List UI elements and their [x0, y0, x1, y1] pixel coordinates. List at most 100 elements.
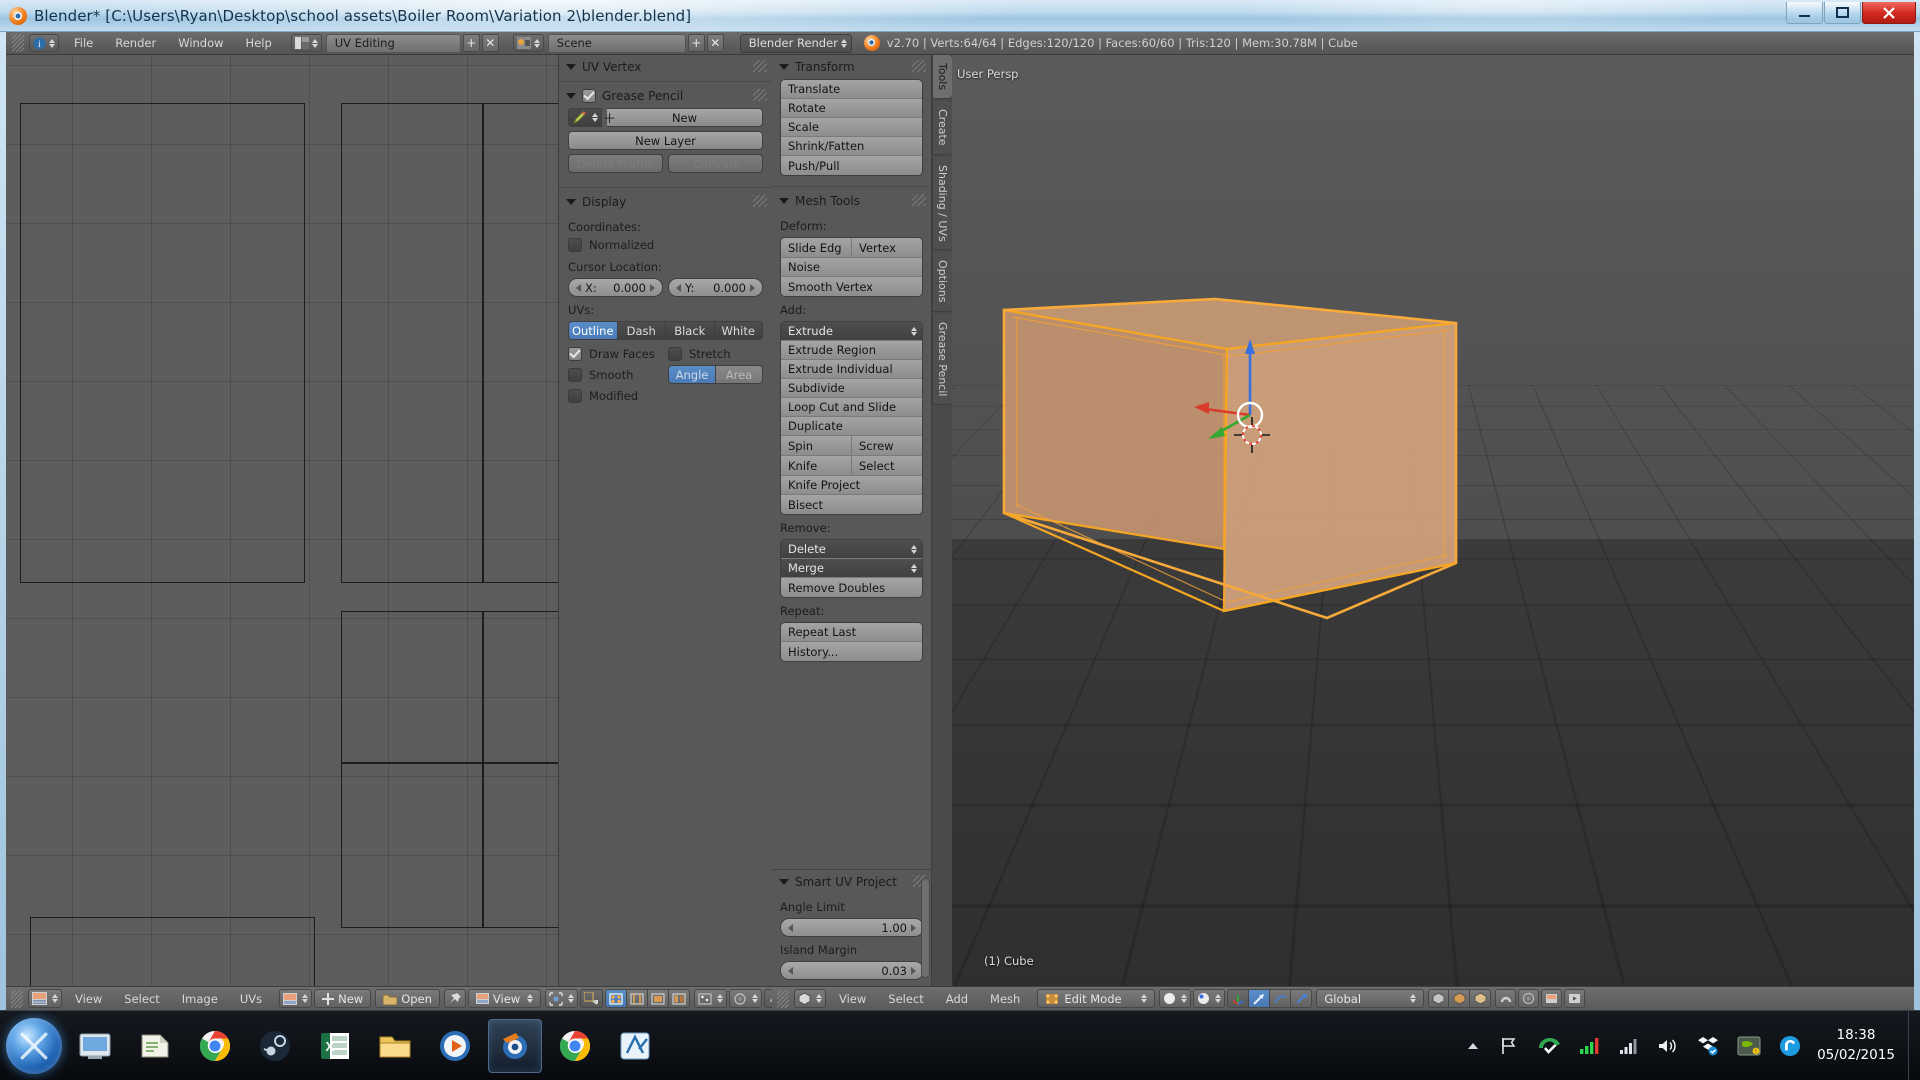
taskbar-app-blender[interactable]: [488, 1018, 542, 1073]
view3d-menu-add[interactable]: Add: [935, 989, 979, 1009]
transform-manipulator[interactable]: [1170, 323, 1370, 483]
smooth-row[interactable]: Smooth: [568, 367, 663, 382]
close-button[interactable]: [1862, 2, 1916, 24]
delete-scene-button[interactable]: ✕: [706, 34, 724, 52]
taskbar-app-windows-explorer[interactable]: [68, 1019, 122, 1073]
island-margin-field[interactable]: 0.03: [780, 961, 924, 980]
render-icon[interactable]: [1541, 989, 1563, 1008]
show-desktop-button[interactable]: [1908, 1011, 1920, 1080]
new-layer-button[interactable]: New Layer: [568, 131, 763, 150]
screw-button[interactable]: Screw: [852, 436, 922, 455]
viewport-shading-select[interactable]: [1159, 989, 1192, 1008]
normalized-checkbox[interactable]: [568, 238, 582, 252]
stretch-area-button[interactable]: Area: [716, 365, 763, 384]
stretch-angle-button[interactable]: Angle: [668, 365, 716, 384]
tab-grease-pencil[interactable]: Grease Pencil: [932, 313, 952, 406]
menu-window[interactable]: Window: [167, 33, 234, 53]
signal-bars-icon[interactable]: [1619, 1037, 1639, 1055]
maximize-button[interactable]: [1824, 2, 1861, 24]
xray-icon[interactable]: [1470, 989, 1492, 1008]
uv-sync-selection-icon[interactable]: [580, 989, 604, 1008]
screen-layout-icon-button[interactable]: [290, 34, 322, 52]
sticky-selection-icon[interactable]: [694, 989, 728, 1008]
uv-draw-outline-button[interactable]: Outline: [568, 321, 618, 340]
taskbar-app-file-explorer[interactable]: [368, 1019, 422, 1073]
render-animation-icon[interactable]: [1564, 989, 1586, 1008]
dropbox-icon[interactable]: [1697, 1036, 1719, 1056]
proportional-edit-icon[interactable]: [729, 989, 763, 1008]
grease-pencil-new-button[interactable]: ＋ New: [603, 108, 763, 127]
subdivide-button[interactable]: Subdivide: [781, 379, 922, 398]
uv-menu-view[interactable]: View: [64, 989, 113, 1009]
operator-panel-scrollbar[interactable]: [921, 878, 930, 978]
angle-limit-field[interactable]: 1.00: [780, 918, 924, 937]
uv-view-menu-button[interactable]: View: [467, 989, 542, 1008]
image-datablock-icon[interactable]: [279, 989, 313, 1008]
panel-header-display[interactable]: Display: [559, 190, 772, 214]
delete-screen-layout-button[interactable]: ✕: [481, 34, 499, 52]
scene-icon-button[interactable]: [512, 34, 544, 52]
extrude-dropdown[interactable]: Extrude: [781, 322, 922, 341]
uv-vertex-select-icon[interactable]: [605, 989, 628, 1008]
dropbox-sync-icon[interactable]: [1537, 1036, 1561, 1056]
interaction-mode-select[interactable]: Edit Mode: [1037, 989, 1156, 1008]
shrink-fatten-button[interactable]: Shrink/Fatten: [781, 137, 922, 156]
duplicate-button[interactable]: Duplicate: [781, 417, 922, 436]
extrude-region-button[interactable]: Extrude Region: [781, 341, 922, 360]
taskbar-app-google-chrome[interactable]: [188, 1019, 242, 1073]
uv-draw-black-button[interactable]: Black: [666, 321, 715, 340]
view3d-menu-view[interactable]: View: [828, 989, 877, 1009]
panel-header-mesh-tools[interactable]: Mesh Tools: [772, 189, 931, 213]
snap-magnet-icon[interactable]: [1495, 989, 1517, 1008]
start-button[interactable]: [6, 1017, 62, 1074]
cursor-x-field[interactable]: X: 0.000: [568, 278, 663, 297]
panel-header-transform[interactable]: Transform: [772, 55, 931, 79]
add-screen-layout-button[interactable]: +: [462, 34, 480, 52]
noise-button[interactable]: Noise: [781, 258, 922, 277]
increment-arrow-icon[interactable]: [650, 283, 655, 292]
flag-action-center-icon[interactable]: [1499, 1037, 1519, 1055]
draw-faces-checkbox[interactable]: [568, 347, 582, 361]
delete-frame-button[interactable]: Delete Frame: [568, 154, 663, 173]
merge-dropdown[interactable]: Merge: [781, 559, 922, 578]
uv-draw-white-button[interactable]: White: [714, 321, 763, 340]
translate-button[interactable]: Translate: [781, 80, 922, 99]
taskbar-app-steam[interactable]: [248, 1019, 302, 1073]
extrude-individual-button[interactable]: Extrude Individual: [781, 360, 922, 379]
decrement-arrow-icon[interactable]: [676, 283, 681, 292]
tab-shading-uvs[interactable]: Shading / UVs: [932, 156, 952, 251]
decrement-arrow-icon[interactable]: [788, 966, 793, 975]
convert-button[interactable]: Convert: [668, 154, 763, 173]
delete-dropdown[interactable]: Delete: [781, 540, 922, 559]
push-pull-button[interactable]: Push/Pull: [781, 156, 922, 175]
limit-to-visible-icon[interactable]: [1428, 989, 1450, 1008]
occlude-geometry-icon[interactable]: [1449, 989, 1471, 1008]
volume-icon[interactable]: [1657, 1037, 1679, 1055]
view3d-menu-select[interactable]: Select: [877, 989, 934, 1009]
menu-help[interactable]: Help: [235, 33, 283, 53]
grease-pencil-enable-checkbox[interactable]: [582, 89, 596, 103]
taskbar-app-media-player[interactable]: [428, 1019, 482, 1073]
taskbar-clock[interactable]: 18:38 05/02/2015: [1810, 1026, 1902, 1065]
scale-manipulator-icon[interactable]: [1291, 989, 1313, 1008]
uv-menu-uvs[interactable]: UVs: [229, 989, 273, 1009]
taskbar-app-notepadpp[interactable]: [128, 1019, 182, 1073]
view3d-editor-type-button[interactable]: [794, 989, 826, 1008]
new-image-button[interactable]: New: [314, 989, 372, 1008]
decrement-arrow-icon[interactable]: [576, 283, 581, 292]
bisect-button[interactable]: Bisect: [781, 495, 922, 514]
minimize-button[interactable]: [1786, 2, 1823, 24]
open-image-button[interactable]: Open: [375, 989, 440, 1008]
grease-pencil-datablock-button[interactable]: [568, 108, 602, 127]
transform-orientation-select[interactable]: Global: [1316, 989, 1425, 1008]
tab-tools[interactable]: Tools: [932, 55, 952, 100]
uv-edge-select-icon[interactable]: [627, 989, 649, 1008]
slide-edge-button[interactable]: Slide Edg: [781, 238, 852, 257]
decrement-arrow-icon[interactable]: [788, 923, 793, 932]
uv-face-select-icon[interactable]: [648, 989, 670, 1008]
loop-cut-and-slide-button[interactable]: Loop Cut and Slide: [781, 398, 922, 417]
stretch-checkbox[interactable]: [668, 347, 682, 361]
normalized-row[interactable]: Normalized: [568, 238, 763, 252]
uv-draw-dash-button[interactable]: Dash: [617, 321, 666, 340]
median-point-pivot-icon[interactable]: [1193, 989, 1226, 1008]
